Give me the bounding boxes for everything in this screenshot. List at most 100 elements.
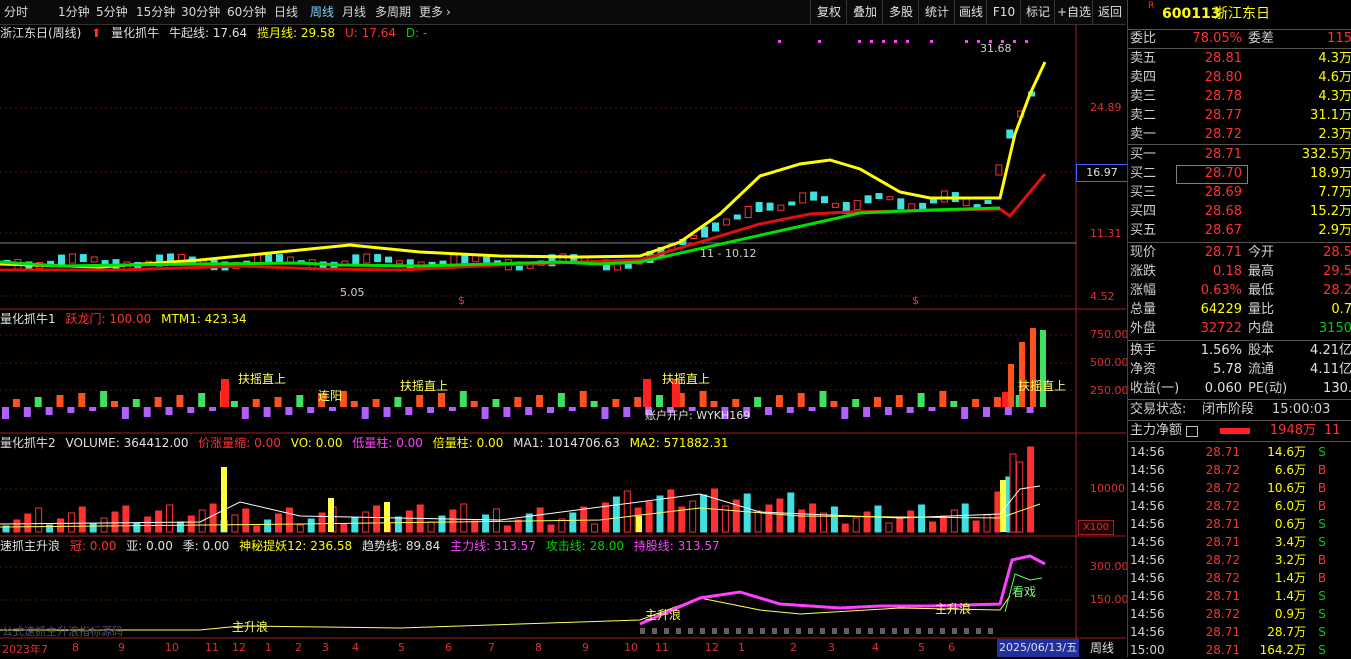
mtm-histogram bbox=[2, 328, 1046, 419]
stat-row[interactable]: 涨跌 0.18 最高 29.5 bbox=[1128, 262, 1351, 281]
ask-row[interactable]: 卖五 28.81 4.3万 bbox=[1128, 49, 1351, 68]
d-value: D: - bbox=[405, 26, 428, 40]
tick-row[interactable]: 14:56 28.71 14.6万 S bbox=[1128, 443, 1351, 461]
stat-row[interactable]: 总量 64229 量比 0.7 bbox=[1128, 300, 1351, 319]
ask-price: 28.80 bbox=[1204, 70, 1242, 85]
bid-row[interactable]: 买五 28.67 2.9万 bbox=[1128, 221, 1351, 240]
period-1min[interactable]: 1分钟 bbox=[58, 0, 90, 24]
stat-row[interactable]: 涨幅 0.63% 最低 28.2 bbox=[1128, 281, 1351, 300]
mid-annotation: 11 - 10.12 bbox=[700, 247, 757, 260]
volume-y-label: 10000 bbox=[1090, 482, 1125, 495]
panel1-title: 浙江东日(周线) ⬆ 量化抓牛 牛起线: 17.64 揽月线: 29.58 U:… bbox=[0, 24, 433, 42]
tick-row[interactable]: 14:56 28.71 1.4万 S bbox=[1128, 587, 1351, 605]
ask-row[interactable]: 卖三 28.78 4.3万 bbox=[1128, 87, 1351, 106]
panel4-name: 速抓主升浪 bbox=[0, 539, 61, 553]
period-30min[interactable]: 30分钟 bbox=[181, 0, 220, 24]
tick-row[interactable]: 14:56 28.72 6.0万 B bbox=[1128, 497, 1351, 515]
bid-row[interactable]: 买四 28.68 15.2万 bbox=[1128, 202, 1351, 221]
netflow-bar bbox=[1220, 428, 1250, 434]
tick-row[interactable]: 14:56 28.72 0.9万 S bbox=[1128, 605, 1351, 623]
signal-fuyao-4: 扶摇直上 bbox=[1018, 379, 1067, 393]
period-monthly[interactable]: 月线 bbox=[342, 0, 366, 24]
p4-label-1: 300.00 bbox=[1090, 560, 1129, 573]
tick-flag: S bbox=[1318, 445, 1326, 459]
trend-line bbox=[0, 595, 1011, 631]
overlay-button[interactable]: 叠加 bbox=[846, 0, 883, 24]
stat-value-2: 3150 bbox=[1318, 321, 1351, 336]
bid-row[interactable]: 买一 28.71 332.5万 bbox=[1128, 145, 1351, 164]
bid-price: 28.71 bbox=[1204, 147, 1242, 162]
tick-row[interactable]: 14:56 28.71 0.6万 S bbox=[1128, 515, 1351, 533]
stats-button[interactable]: 统计 bbox=[918, 0, 955, 24]
mtm-label-3: 250.00 bbox=[1090, 384, 1129, 397]
bid-row[interactable]: 买三 28.69 7.7万 bbox=[1128, 183, 1351, 202]
tick-flag: S bbox=[1318, 517, 1326, 531]
ask-row[interactable]: 卖四 28.80 4.6万 bbox=[1128, 68, 1351, 87]
bid-price: 28.69 bbox=[1204, 185, 1242, 200]
tick-row[interactable]: 15:00 28.71 164.2万 S bbox=[1128, 641, 1351, 659]
period-5min[interactable]: 5分钟 bbox=[96, 0, 128, 24]
chart-area[interactable]: 浙江东日(周线) ⬆ 量化抓牛 牛起线: 17.64 揽月线: 29.58 U:… bbox=[0, 24, 1129, 657]
panel3-title: 量化抓牛2 VOLUME: 364412.00 价涨量缩: 0.00 VO: 0… bbox=[0, 434, 735, 452]
tick-row[interactable]: 14:56 28.71 28.7万 S bbox=[1128, 623, 1351, 641]
date-tick: 7 bbox=[488, 641, 495, 654]
stat2-row[interactable]: 净资 5.78 流通 4.11亿 bbox=[1128, 360, 1351, 379]
multi-stock-button[interactable]: 多股 bbox=[882, 0, 919, 24]
kline-chart-svg[interactable] bbox=[0, 24, 1126, 657]
period-indicator[interactable]: 周线 bbox=[1090, 639, 1114, 657]
fuquan-button[interactable]: 复权 bbox=[810, 0, 847, 24]
signal-fuyao-3: 扶摇直上 bbox=[662, 372, 711, 386]
ji-value: 季: 0.00 bbox=[182, 539, 230, 553]
tick-row[interactable]: 14:56 28.71 3.4万 S bbox=[1128, 533, 1351, 551]
period-daily[interactable]: 日线 bbox=[274, 0, 298, 24]
tick-time: 14:56 bbox=[1130, 499, 1165, 513]
period-more[interactable]: 更多 bbox=[419, 0, 443, 24]
tick-row[interactable]: 14:56 28.72 3.2万 B bbox=[1128, 551, 1351, 569]
netflow-menu-icon[interactable] bbox=[1186, 426, 1198, 437]
period-15min[interactable]: 15分钟 bbox=[136, 0, 175, 24]
stat2-value-2: 4.21亿 bbox=[1310, 343, 1351, 358]
stat-label: 涨幅 bbox=[1130, 283, 1157, 298]
f10-button[interactable]: F10 bbox=[986, 0, 1021, 24]
account-watermark: 账户开户: WYKH169 bbox=[645, 409, 751, 422]
stat-row[interactable]: 现价 28.71 今开 28.5 bbox=[1128, 243, 1351, 262]
mtm-label-1: 750.00 bbox=[1090, 328, 1129, 341]
stat2-row[interactable]: 收益(一) 0.060 PE(动) 130. bbox=[1128, 379, 1351, 398]
vo-value: VO: 0.00 bbox=[290, 436, 343, 450]
date-tick: 4 bbox=[352, 641, 359, 654]
back-button[interactable]: 返回 bbox=[1092, 0, 1127, 24]
tick-row[interactable]: 14:56 28.72 1.4万 B bbox=[1128, 569, 1351, 587]
tick-row[interactable]: 14:56 28.72 10.6万 B bbox=[1128, 479, 1351, 497]
draw-button[interactable]: 画线 bbox=[954, 0, 987, 24]
selected-bid-box[interactable] bbox=[1176, 165, 1248, 184]
tick-price: 28.71 bbox=[1205, 517, 1240, 531]
date-tick: 2023年7 bbox=[2, 643, 48, 656]
period-fenshi[interactable]: 分时 bbox=[4, 0, 28, 24]
period-60min[interactable]: 60分钟 bbox=[227, 0, 266, 24]
stat2-row[interactable]: 换手 1.56% 股本 4.21亿 bbox=[1128, 341, 1351, 360]
gongji-value: 攻击线: 28.00 bbox=[545, 539, 624, 553]
date-tick: 5 bbox=[918, 641, 925, 654]
bid-label: 买四 bbox=[1130, 204, 1157, 219]
price-label-3: 11.31 bbox=[1090, 227, 1122, 240]
ask-row[interactable]: 卖二 28.77 31.1万 bbox=[1128, 106, 1351, 125]
ask-label: 卖三 bbox=[1130, 89, 1157, 104]
stat-row[interactable]: 外盘 32722 内盘 3150 bbox=[1128, 319, 1351, 338]
panel3-name: 量化抓牛2 bbox=[0, 436, 56, 450]
mark-button[interactable]: 标记 bbox=[1020, 0, 1055, 24]
ask-row[interactable]: 卖一 28.72 2.3万 bbox=[1128, 125, 1351, 144]
webi-row: 委比 78.05% 委差 115 bbox=[1130, 31, 1351, 46]
period-multi[interactable]: 多周期 bbox=[375, 0, 411, 24]
period-weekly[interactable]: 周线 bbox=[310, 0, 334, 24]
date-tick: 10 bbox=[624, 641, 638, 654]
formula-watermark: 公式速抓主升浪指标源码 bbox=[2, 625, 123, 638]
chevron-right-icon[interactable]: › bbox=[446, 0, 451, 24]
stat2-label: 换手 bbox=[1130, 343, 1157, 358]
signal-fuyao-2: 扶摇直上 bbox=[400, 379, 449, 393]
p4-label-2: 150.00 bbox=[1090, 593, 1129, 606]
bid-label: 买三 bbox=[1130, 185, 1157, 200]
chigu-value: 持股线: 313.57 bbox=[633, 539, 720, 553]
add-watchlist-button[interactable]: +自选 bbox=[1054, 0, 1093, 24]
tick-row[interactable]: 14:56 28.72 6.6万 B bbox=[1128, 461, 1351, 479]
date-tick: 4 bbox=[872, 641, 879, 654]
